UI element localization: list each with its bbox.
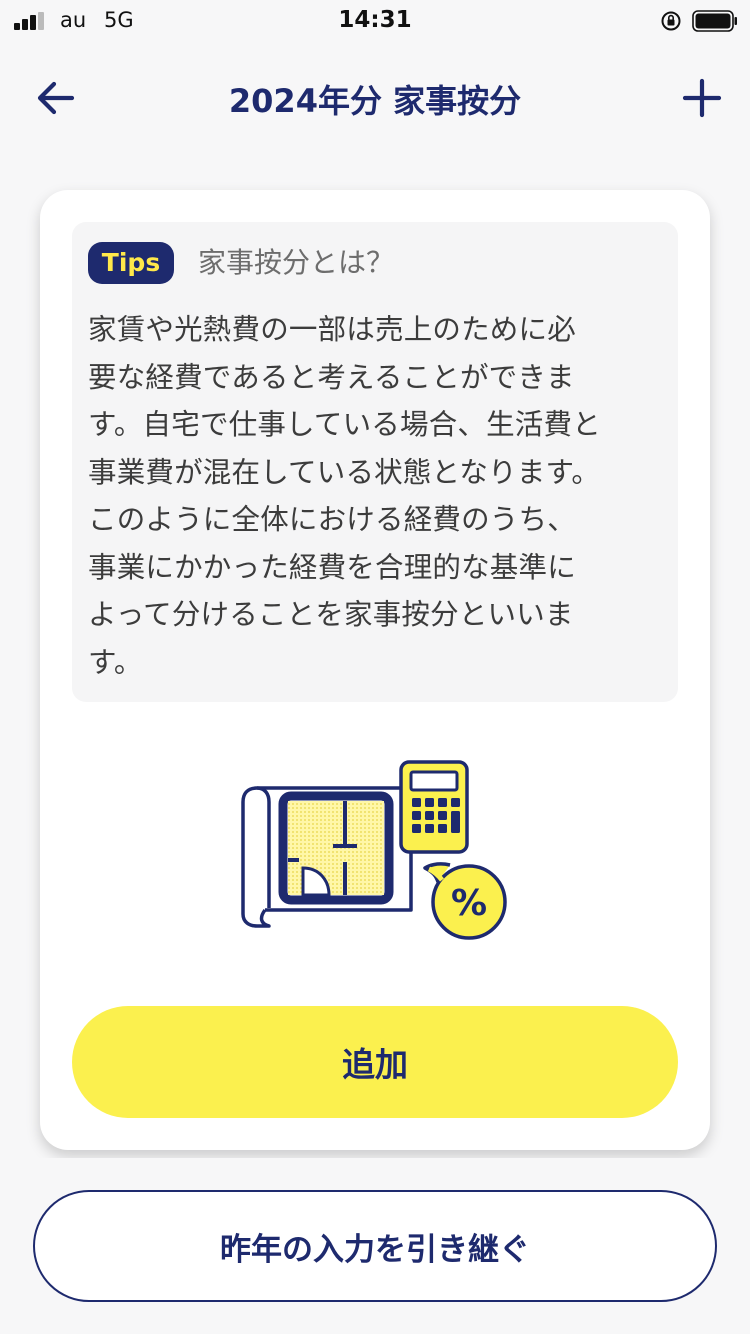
tips-line: 事業にかかった経費を合理的な基準に — [88, 550, 576, 584]
tips-line: 事業費が混在している状態となります。 — [88, 455, 601, 489]
floorplan-icon — [241, 786, 413, 928]
floorplan-calculator-percent-illustration: % — [241, 760, 507, 940]
tips-line: 家賃や光熱費の一部は売上のために必 — [88, 313, 576, 346]
bottom-action-area: 昨年の入力を引き継ぐ — [0, 1158, 750, 1334]
add-button[interactable] — [676, 72, 728, 124]
orientation-lock-icon — [661, 11, 681, 31]
tips-line: す。自宅で仕事している場合、生活費と — [88, 408, 601, 441]
calculator-icon — [399, 760, 469, 854]
battery-icon — [692, 10, 737, 32]
status-bar: au 5G 14:31 — [0, 0, 750, 44]
percent-bubble-icon: % — [423, 862, 507, 940]
tips-line: す。 — [88, 645, 143, 679]
household-apportionment-card: Tips 家事按分とは？ 家賃や光熱費の一部は売上のために必 要な経費であると考… — [40, 190, 710, 1150]
tips-title: 家事按分とは？ — [198, 246, 395, 279]
navigation-bar: 2024年分 家事按分 — [0, 60, 750, 136]
tips-panel: Tips 家事按分とは？ 家賃や光熱費の一部は売上のために必 要な経費であると考… — [72, 222, 678, 702]
tips-line: このように全体における経費のうち、 — [88, 503, 576, 536]
status-time: 14:31 — [338, 7, 412, 33]
tips-line: 要な経費であると考えることができま — [88, 360, 575, 394]
carry-over-last-year-button[interactable]: 昨年の入力を引き継ぐ — [33, 1190, 717, 1302]
tips-description: 家賃や光熱費の一部は売上のために必 要な経費であると考えることができま す。自宅… — [88, 306, 658, 686]
plus-icon — [682, 78, 722, 118]
add-entry-button[interactable]: 追加 — [72, 1006, 678, 1118]
page-title: 2024年分 家事按分 — [228, 82, 522, 120]
tips-line: よって分けることを家事按分といいま — [88, 598, 574, 631]
tips-badge: Tips — [88, 242, 174, 284]
percent-symbol: % — [451, 883, 487, 924]
